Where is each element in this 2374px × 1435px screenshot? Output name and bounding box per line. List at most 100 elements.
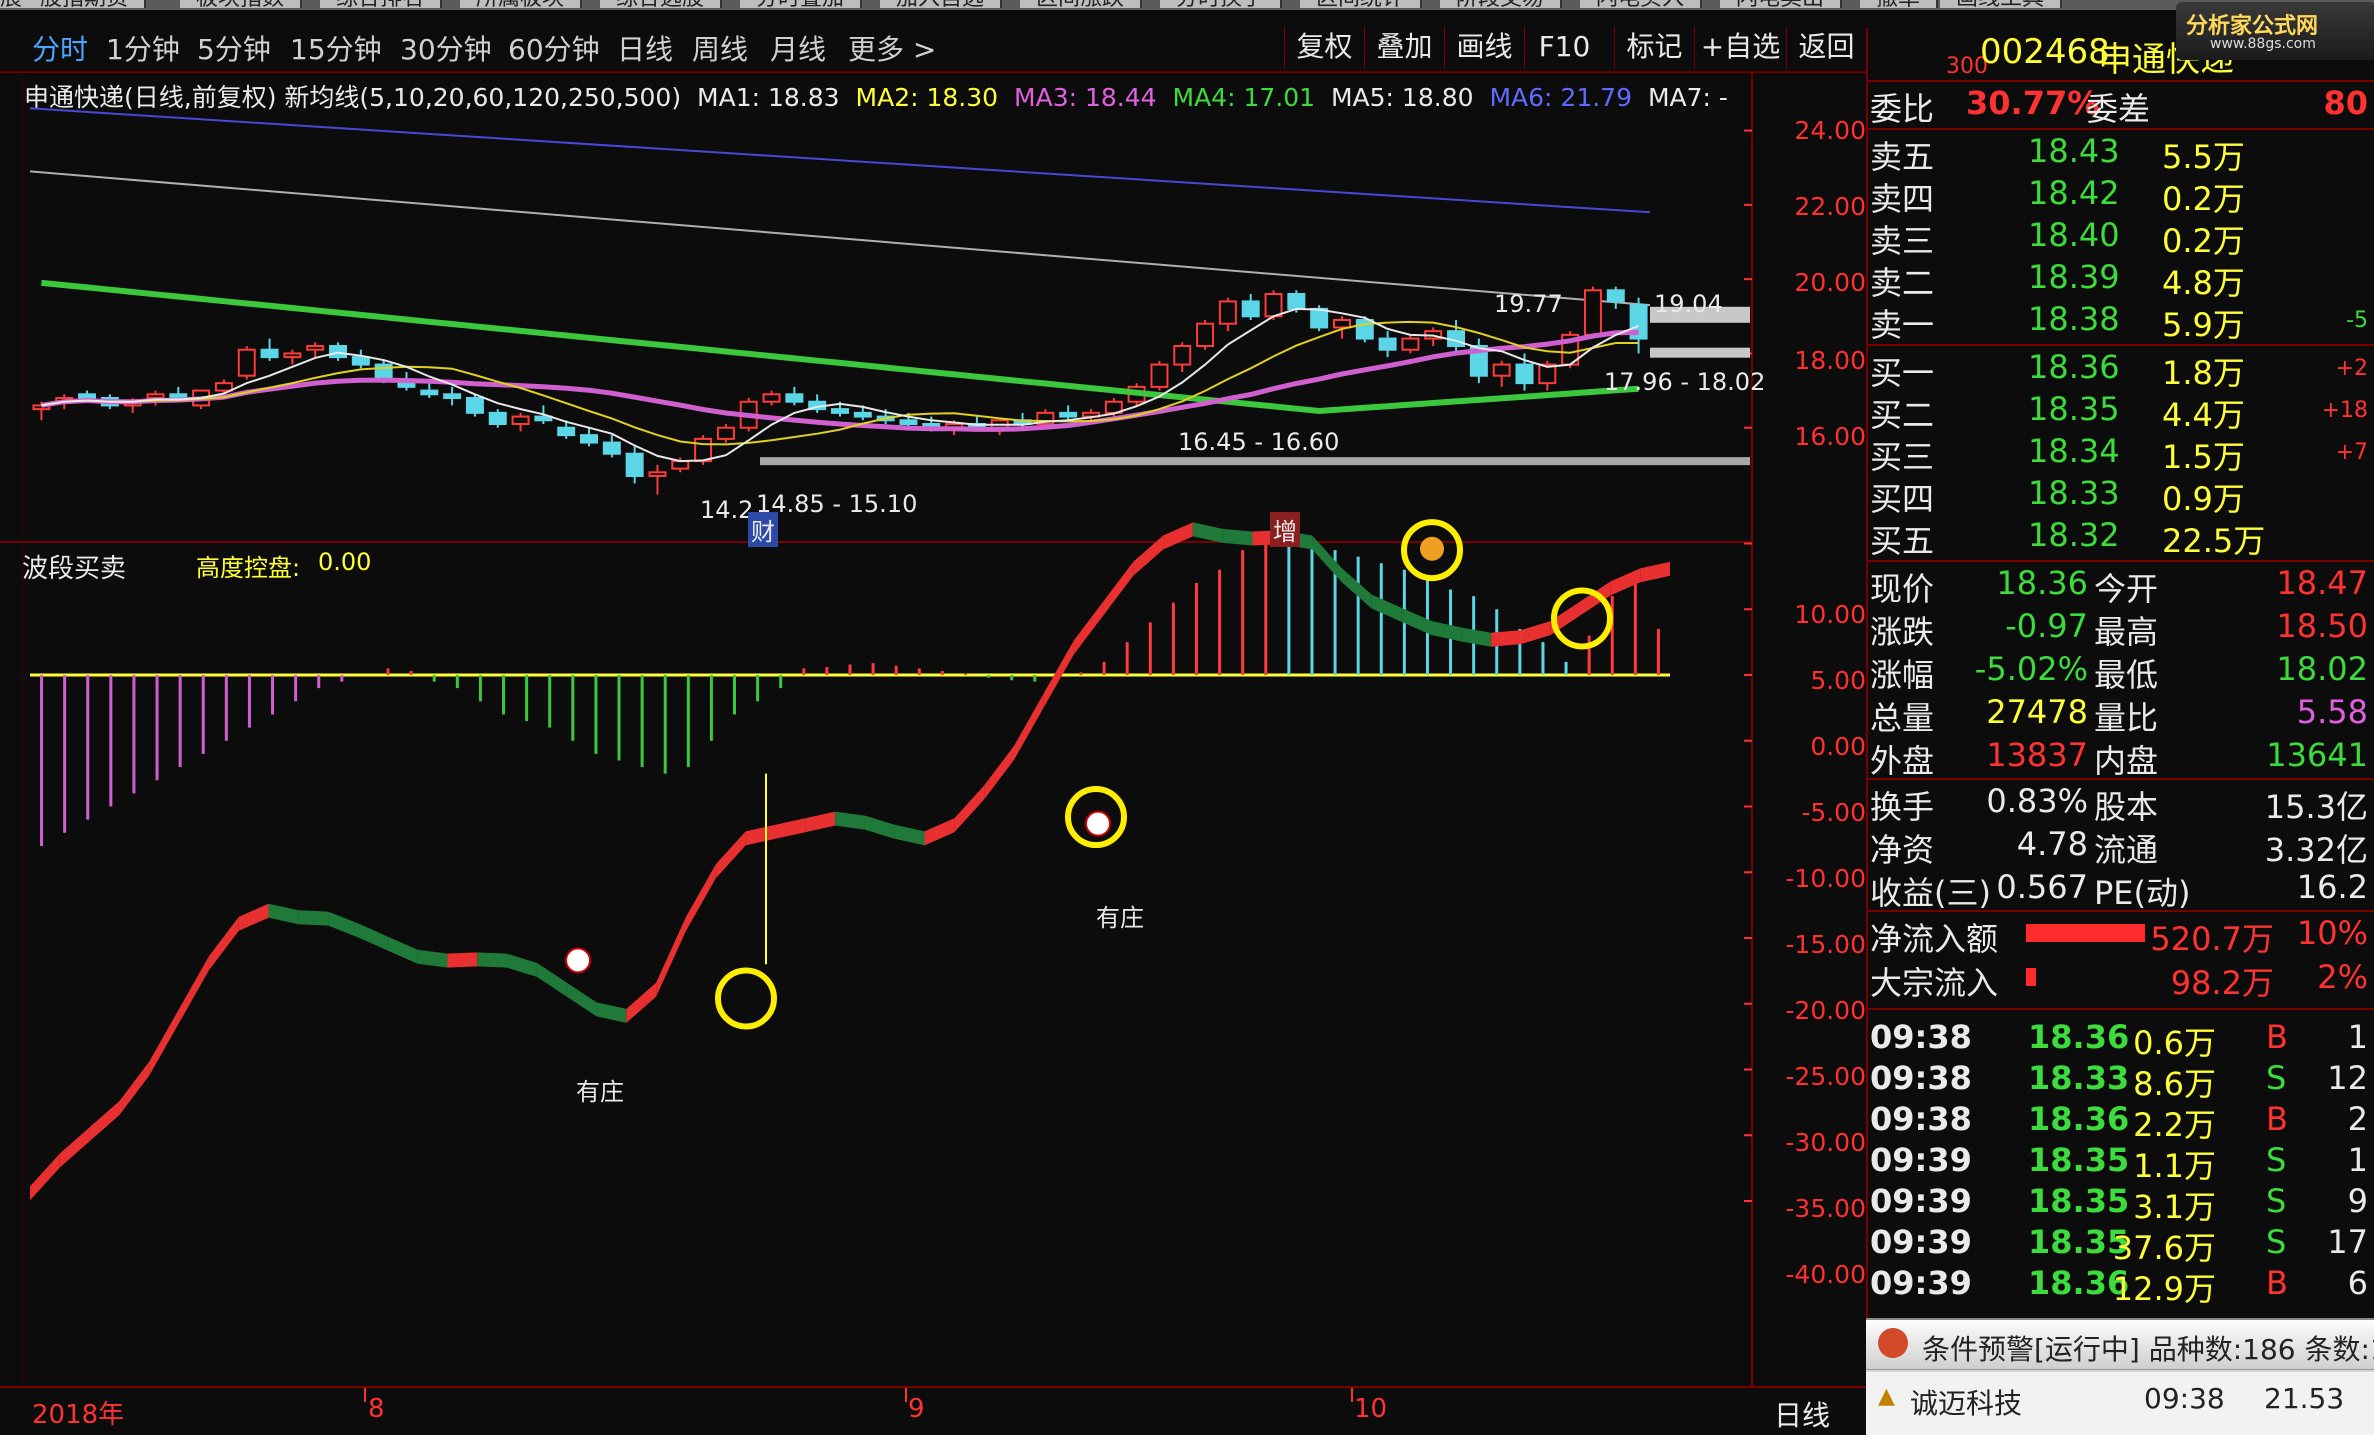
finance-row: 换手 0.83% 股本 15.3亿 — [1868, 782, 2374, 826]
tab-monthly[interactable]: 月线 — [770, 28, 826, 68]
wave-segment — [358, 923, 388, 951]
candle-body — [351, 356, 370, 366]
youzhuang-marker — [1085, 810, 1111, 837]
menubar-item[interactable]: 闪电卖出 — [1720, 0, 1843, 10]
fuquan-button[interactable]: 复权 — [1284, 26, 1364, 68]
menubar-item[interactable]: 区间涨跌 — [1020, 0, 1143, 10]
quote-row: 涨跌 -0.97 最高 18.50 — [1868, 607, 2374, 651]
alert-icon — [1878, 1328, 1908, 1358]
wave-segment — [238, 903, 269, 931]
tab-1min[interactable]: 1分钟 — [106, 28, 180, 68]
add-favorite-button[interactable]: +自选 — [1694, 26, 1786, 68]
flow-bar — [2026, 924, 2145, 942]
menubar-item[interactable]: 闪电买入 — [1580, 0, 1703, 10]
price-tick: 20.00 — [1794, 268, 1866, 297]
quote-label: 最高 — [2094, 613, 2159, 651]
range-low-label: 14.85 - 15.10 — [756, 490, 918, 518]
overlay-button[interactable]: 叠加 — [1364, 26, 1444, 68]
buy-level-row: 买二 18.35 4.4万 +18 — [1868, 390, 2374, 434]
tick-price: 18.36 — [2028, 1018, 2130, 1056]
wave-segment — [864, 815, 895, 839]
menubar-item[interactable]: 股指期货 — [24, 0, 147, 10]
candle-body — [146, 393, 165, 399]
weibi-label: 委比 — [1870, 90, 1935, 128]
tick-count: 17 — [2327, 1223, 2368, 1261]
tick-volume: 3.1万 — [2133, 1188, 2216, 1226]
alert-item-time: 09:38 — [2144, 1382, 2225, 1415]
quote-row: 总量 27478 量比 5.58 — [1868, 693, 2374, 737]
menubar-item[interactable]: 撤单 — [1860, 0, 1939, 10]
tick-price: 18.35 — [2028, 1182, 2130, 1220]
stock-chart[interactable] — [0, 72, 1866, 1435]
level-label: 卖一 — [1870, 306, 1935, 344]
candle-body — [1241, 300, 1260, 318]
menubar-item[interactable]: 板块指数 — [180, 0, 303, 10]
quote-label: 内盘 — [2094, 742, 2159, 780]
low-price-label: 14.2 — [700, 496, 754, 524]
finance-label: 净资 — [1870, 831, 1935, 869]
candle-body — [853, 411, 872, 418]
level-volume: 0.2万 — [2162, 222, 2245, 260]
menubar-item[interactable]: 加入自选 — [880, 0, 1003, 10]
menubar-item[interactable]: 区间统计 — [1300, 0, 1423, 10]
level-volume: 1.8万 — [2162, 354, 2245, 392]
level-label: 卖四 — [1870, 180, 1935, 218]
tab-fenshi[interactable]: 分时 — [32, 28, 88, 68]
menubar-item[interactable]: 阶段交易 — [1440, 0, 1563, 10]
tab-5min[interactable]: 5分钟 — [197, 28, 271, 68]
menubar-item[interactable]: 画线工具 — [1940, 0, 2063, 10]
quote-label: 现价 — [1870, 570, 1935, 608]
wave-segment — [715, 831, 746, 879]
osc-tick: -15.00 — [1785, 930, 1866, 959]
osc-tick: -5.00 — [1801, 798, 1866, 827]
back-button[interactable]: 返回 — [1786, 26, 1866, 68]
tick-volume: 1.1万 — [2133, 1147, 2216, 1185]
date-tick: 2018年 — [32, 1400, 125, 1430]
alert-item[interactable]: ▲ 诚迈科技 09:38 21.53 — [1866, 1372, 2374, 1435]
wave-segment — [626, 982, 657, 1023]
top-menubar: 展股指期货板块指数综合排名所属板块综合选股分时叠加加入自选区间涨跌分时换手区间统… — [0, 0, 2374, 10]
tab-daily[interactable]: 日线 — [617, 28, 673, 68]
mark-button[interactable]: 标记 — [1614, 26, 1694, 68]
wave-segment — [1461, 627, 1492, 647]
menubar-item[interactable]: 综合排名 — [320, 0, 443, 10]
tick-side: B — [2266, 1264, 2288, 1302]
zeng-marker[interactable]: 增 — [1270, 512, 1300, 547]
wave-segment — [208, 916, 239, 971]
wave-segment — [566, 982, 597, 1017]
tab-15min[interactable]: 15分钟 — [290, 28, 382, 68]
menubar-item[interactable]: 所属板块 — [460, 0, 583, 10]
candle-body — [1287, 293, 1306, 310]
candle-body — [716, 426, 735, 440]
alert-titlebar[interactable]: 条件预警[运行中] 品种数:186 条数:1 — [1866, 1320, 2374, 1370]
level-volume: 4.4万 — [2162, 396, 2245, 434]
quote-row: 现价 18.36 今开 18.47 — [1868, 564, 2374, 608]
level-price: 18.33 — [2028, 474, 2120, 512]
flow-pct: 10% — [2296, 914, 2368, 952]
finance-label: 收益(三) — [1870, 874, 1991, 912]
menubar-item[interactable]: 综合选股 — [600, 0, 723, 10]
wave-segment — [268, 903, 299, 925]
quote-label: 涨跌 — [1870, 613, 1935, 651]
condition-alert-window[interactable]: 条件预警[运行中] 品种数:186 条数:1 ▲ 诚迈科技 09:38 21.5… — [1866, 1318, 2374, 1435]
wave-segment — [387, 936, 418, 964]
menubar-item[interactable]: 分时叠加 — [740, 0, 863, 10]
f10-button[interactable]: F10 — [1524, 26, 1604, 68]
date-tick: 9 — [908, 1394, 925, 1424]
finance-value: 0.83% — [1986, 782, 2088, 820]
wave-segment — [89, 1100, 120, 1142]
candle-body — [1401, 337, 1420, 351]
cai-marker[interactable]: 财 — [748, 512, 778, 547]
level-label: 卖三 — [1870, 222, 1935, 260]
tab-weekly[interactable]: 周线 — [692, 28, 748, 68]
tab-30min[interactable]: 30分钟 — [400, 28, 492, 68]
wave-segment — [954, 785, 985, 833]
tab-more[interactable]: 更多 > — [848, 28, 936, 68]
menubar-item[interactable]: 分时换手 — [1160, 0, 1283, 10]
draw-line-button[interactable]: 画线 — [1444, 26, 1524, 68]
level-volume: 22.5万 — [2162, 522, 2266, 560]
candle-body — [785, 393, 804, 403]
level-volume: 0.2万 — [2162, 180, 2245, 218]
candle-body — [831, 408, 849, 414]
tab-60min[interactable]: 60分钟 — [508, 28, 600, 68]
